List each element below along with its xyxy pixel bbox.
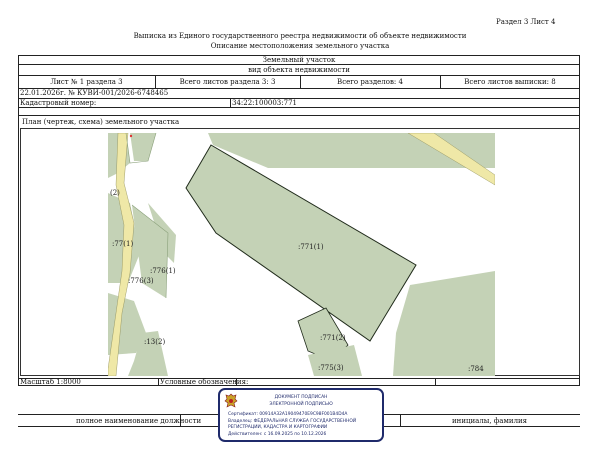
document-subtitle: Описание местоположения земельного участ… <box>210 42 390 50</box>
e-signature-stamp: ДОКУМЕНТ ПОДПИСАН ЭЛЕКТРОННОЙ ПОДПИСЬЮ С… <box>218 388 384 442</box>
stamp-cert: Сертификат: 00914A32A19049470E9C98F001B4… <box>228 412 348 417</box>
stamp-owner-2: РЕГИСТРАЦИИ, КАДАСТРА И КАРТОГРАФИИ <box>228 425 328 430</box>
map-label-2: :77(1) <box>112 240 133 248</box>
object-kind: вид объекта недвижимости <box>248 66 350 74</box>
map-label-1: (2) <box>110 189 120 197</box>
object-type: Земельный участок <box>262 56 336 64</box>
cadastral-number: 34:22:100003:771 <box>232 99 297 107</box>
map-point-marker <box>129 134 133 138</box>
stamp-valid: Действителен: с 16.09.2025 по 10.12.2026 <box>228 432 327 437</box>
map-label-6: :13(2) <box>144 338 165 346</box>
section-sheet: Раздел 3 Лист 4 <box>496 18 556 26</box>
total-sections: Всего разделов: 4 <box>337 78 403 86</box>
scale-label: Масштаб 1:8000 <box>20 378 81 386</box>
total-sheets-extract: Всего листов выписки: 8 <box>464 78 556 86</box>
map-label-5: :771(1) <box>298 243 324 251</box>
position-label: полное наименование должности <box>76 417 202 425</box>
map-label-3: :776(1) <box>150 267 176 275</box>
cadastral-map: (2) :77(1) :776(1) :776(3) :771(1) :13(2… <box>108 133 495 376</box>
legend-cells <box>236 379 436 386</box>
map-label-7: :771(2) <box>320 334 346 342</box>
stamp-line-1: ДОКУМЕНТ ПОДПИСАН <box>274 395 328 400</box>
stamp-line-2: ЭЛЕКТРОННОЙ ПОДПИСЬЮ <box>269 402 333 407</box>
document-title: Выписка из Единого государственного реес… <box>133 32 467 40</box>
name-label: инициалы, фамилия <box>452 417 528 425</box>
cadastral-label: Кадастровый номер: <box>20 99 97 107</box>
map-label-9: :784 <box>468 365 484 373</box>
total-sheets-section: Всего листов раздела 3: 3 <box>179 78 276 86</box>
date-number: 22.01.2026г. № КУВИ-001/2026-6748465 <box>20 89 169 97</box>
plan-label: План (чертеж, схема) земельного участка <box>22 118 180 126</box>
map-label-8: :775(3) <box>318 364 344 372</box>
sheet-info: Лист № 1 раздела 3 <box>50 78 123 86</box>
stamp-owner-1: Владелец: ФЕДЕРАЛЬНАЯ СЛУЖБА ГОСУДАРСТВЕ… <box>228 419 357 424</box>
map-label-4: :776(3) <box>128 277 154 285</box>
